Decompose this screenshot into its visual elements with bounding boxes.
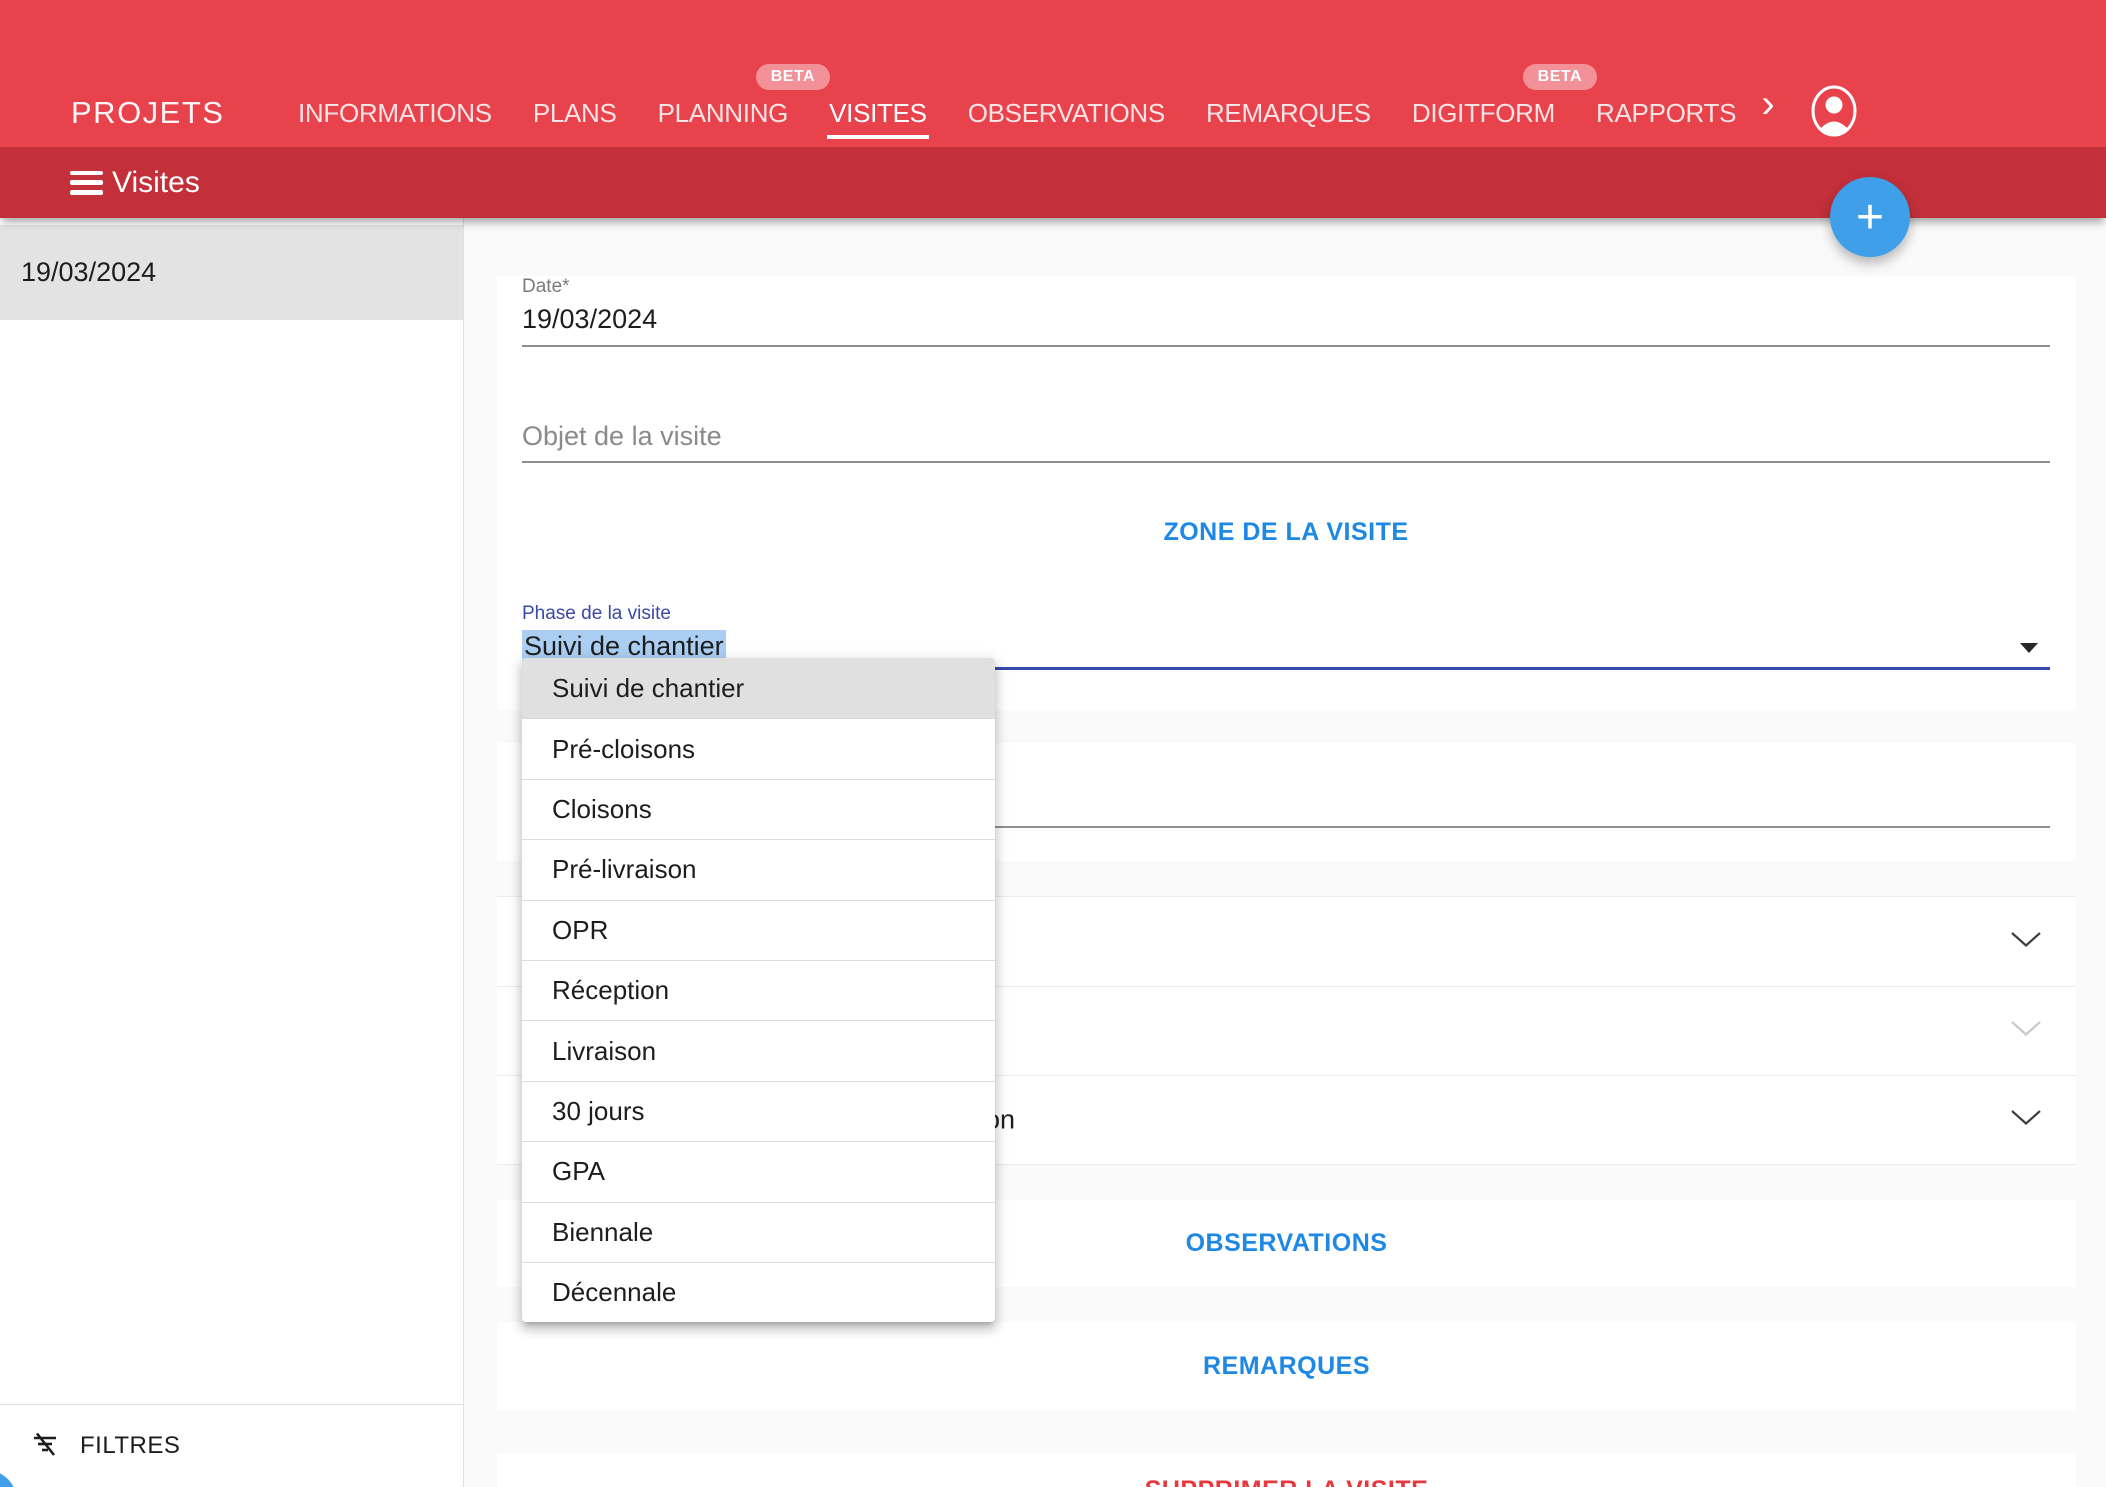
nav-item-remarques[interactable]: REMARQUES [1206, 98, 1371, 129]
objet-field-placeholder[interactable]: Objet de la visite [522, 421, 2050, 452]
remarques-heading[interactable]: REMARQUES [1203, 1352, 1370, 1381]
visit-list-item-selected[interactable]: 19/03/2024 [0, 225, 463, 320]
top-navigation-bar: PROJETS INFORMATIONS PLANS PLANNING BETA… [0, 0, 2106, 147]
nav-item-observations[interactable]: OBSERVATIONS [968, 98, 1165, 129]
phase-option-gpa[interactable]: GPA [522, 1141, 995, 1201]
plus-icon: + [1856, 190, 1884, 245]
phase-field-label: Phase de la visite [522, 603, 2050, 625]
nav-item-label: DIGITFORM [1412, 98, 1555, 128]
caret-down-icon[interactable] [2020, 643, 2038, 653]
chevron-right-icon[interactable]: › [1748, 80, 1788, 130]
profile-avatar-icon[interactable] [1810, 84, 1858, 138]
page-title: Visites [112, 166, 200, 200]
page-header: Visites [0, 147, 2106, 218]
phase-option-decennale[interactable]: Décennale [522, 1262, 995, 1322]
beta-badge: BETA [1523, 64, 1597, 90]
nav-item-planning[interactable]: PLANNING BETA [658, 98, 789, 129]
chevron-down-icon[interactable] [2010, 931, 2042, 953]
delete-visit-button[interactable]: SUPPRIMER LA VISITE [1145, 1476, 1429, 1487]
zone-section-heading[interactable]: ZONE DE LA VISITE [522, 518, 2050, 547]
nav-item-visites[interactable]: VISITES [829, 98, 927, 129]
phase-option-opr[interactable]: OPR [522, 900, 995, 960]
filter-off-icon[interactable] [31, 1430, 59, 1463]
hidden-fab-peek [0, 1470, 17, 1487]
observations-heading[interactable]: OBSERVATIONS [1186, 1229, 1388, 1258]
objet-field-underline [522, 461, 2050, 463]
phase-option-pre-livraison[interactable]: Pré-livraison [522, 839, 995, 899]
phase-dropdown-menu: Suivi de chantier Pré-cloisons Cloisons … [522, 658, 995, 1322]
nav-item-rapports[interactable]: RAPPORTS [1596, 98, 1736, 129]
date-field-value[interactable]: 19/03/2024 [522, 304, 2050, 335]
sidebar-footer: FILTRES [0, 1404, 463, 1487]
phase-option-pre-cloisons[interactable]: Pré-cloisons [522, 718, 995, 778]
filters-button[interactable]: FILTRES [80, 1432, 180, 1460]
beta-badge: BETA [756, 64, 830, 90]
phase-option-biennale[interactable]: Biennale [522, 1202, 995, 1262]
nav-item-informations[interactable]: INFORMATIONS [298, 98, 492, 129]
delete-visit-section: SUPPRIMER LA VISITE [497, 1453, 2076, 1487]
brand-projets[interactable]: PROJETS [71, 95, 224, 131]
add-visit-button[interactable]: + [1830, 177, 1910, 257]
date-field-label: Date* [522, 276, 2050, 298]
phase-option-cloisons[interactable]: Cloisons [522, 779, 995, 839]
main-nav: INFORMATIONS PLANS PLANNING BETA VISITES… [298, 0, 1736, 147]
phase-option-livraison[interactable]: Livraison [522, 1020, 995, 1080]
phase-option-suivi-de-chantier[interactable]: Suivi de chantier [522, 658, 995, 718]
remarques-section: REMARQUES [497, 1322, 2076, 1410]
nav-item-plans[interactable]: PLANS [533, 98, 617, 129]
visits-sidebar: 19/03/2024 FILTRES [0, 218, 464, 1487]
chevron-down-icon[interactable] [2010, 1109, 2042, 1131]
phase-option-30-jours[interactable]: 30 jours [522, 1081, 995, 1141]
nav-item-digitform[interactable]: DIGITFORM BETA [1412, 98, 1555, 129]
menu-icon[interactable] [70, 171, 103, 195]
phase-option-reception[interactable]: Réception [522, 960, 995, 1020]
visit-info-card: Date* 19/03/2024 Objet de la visite ZONE… [497, 276, 2076, 710]
nav-item-label: PLANNING [658, 98, 789, 128]
date-field-underline [522, 345, 2050, 347]
chevron-down-icon[interactable] [2010, 1020, 2042, 1042]
